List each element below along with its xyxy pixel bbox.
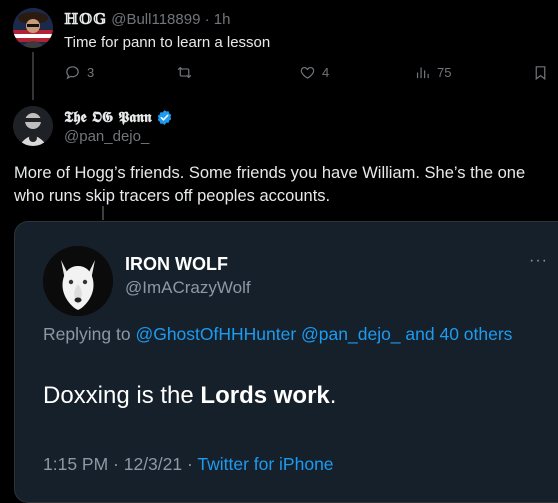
bookmark-icon [535,66,546,81]
replying-prefix: Replying to [43,324,131,344]
reply-button[interactable]: 3 [64,64,94,81]
parent-tweet[interactable]: ℍ𝕆𝔾 @Bull118899 · 1h Time for pann to le… [0,0,558,100]
timestamp: 1:15 PM · 12/3/21 · [43,454,198,474]
views-button[interactable]: 75 [414,64,451,81]
bar-chart-icon [416,67,429,79]
handle[interactable]: @pan_dejo_ [64,128,149,145]
replying-to: Replying to @GhostOfHHHunter @pan_dejo_ … [43,320,533,348]
avatar[interactable] [13,8,53,48]
timestamp[interactable]: 1h [214,11,231,28]
more-options-icon[interactable]: ··· [529,252,548,270]
embedded-tweet-screenshot[interactable]: IRON WOLF @ImACrazyWolf ··· Replying to … [14,221,558,503]
display-name: IRON WOLF [125,254,228,274]
display-name[interactable]: 𝕿𝖍𝖊 𝕺𝕲 𝕻𝖆𝖓𝖓 [64,108,152,126]
like-button[interactable]: 4 [299,64,329,81]
reply-count: 3 [87,65,95,80]
avatar [43,246,113,316]
verified-badge-icon [157,109,171,125]
separator: · [204,11,210,28]
bookmark-button[interactable] [532,64,549,81]
tweet-actions: 3 4 75 [64,64,554,84]
retweet-button[interactable] [176,64,193,81]
text-bold: Lords work [200,382,330,409]
avatar[interactable] [13,106,53,146]
text-suffix: . [329,382,337,409]
reply-icon [66,66,79,80]
text-prefix: Doxxing is the [43,382,201,409]
thread-connector-line [32,52,34,100]
display-name[interactable]: ℍ𝕆𝔾 [64,10,107,28]
handle: @ImACrazyWolf [125,278,251,297]
tweet-text: Time for pann to learn a lesson [64,34,271,51]
heart-icon [300,66,315,79]
main-tweet-author[interactable]: 𝕿𝖍𝖊 𝕺𝕲 𝕻𝖆𝖓𝖓 [64,108,173,126]
parent-tweet-header: ℍ𝕆𝔾 @Bull118899 · 1h [64,10,230,28]
thread-connector-line [102,206,104,220]
tweet-text: More of Hogg’s friends. Some friends you… [14,164,526,205]
handle[interactable]: @Bull118899 [111,11,200,28]
retweet-icon [177,66,192,79]
replying-mentions: @GhostOfHHHunter @pan_dejo_ and 40 other… [135,324,513,344]
like-count: 4 [322,65,330,80]
tweet-thread: ℍ𝕆𝔾 @Bull118899 · 1h Time for pann to le… [0,0,558,503]
embedded-tweet-meta: 1:15 PM · 12/3/21 · Twitter for iPhone [43,454,334,475]
views-count: 75 [437,65,452,80]
embedded-tweet-text: Doxxing is the Lords work. [43,382,336,410]
source-app: Twitter for iPhone [197,454,334,474]
